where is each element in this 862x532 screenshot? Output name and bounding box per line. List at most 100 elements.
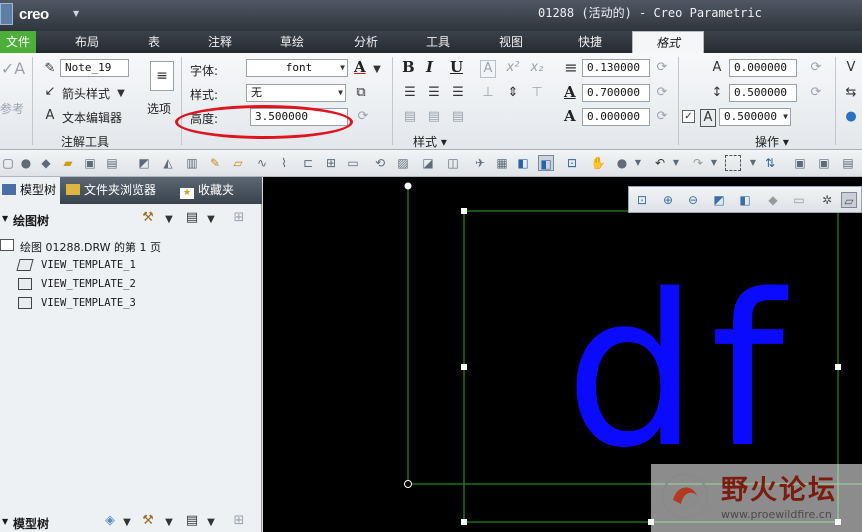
copy-style-icon[interactable]: ⧉: [352, 85, 370, 101]
tree-filter-icon[interactable]: ⊞: [230, 210, 248, 226]
chevron-down-icon[interactable]: ▼: [122, 515, 132, 531]
spacing-refresh-icon[interactable]: ⟳: [808, 85, 824, 101]
tree-item-view-template-3[interactable]: VIEW_TEMPLATE_3: [0, 295, 262, 313]
collapse-icon[interactable]: ▼: [2, 517, 8, 526]
tab-folder-browser[interactable]: 文件夹浏览器: [66, 177, 176, 204]
pencil-icon[interactable]: ✎: [207, 155, 223, 171]
note-text[interactable]: df: [565, 249, 796, 494]
resize-handle[interactable]: [461, 364, 467, 370]
options-icon[interactable]: ≡: [150, 61, 174, 91]
zoom-in-icon[interactable]: ⊕: [660, 192, 676, 208]
resize-handle[interactable]: [461, 519, 467, 525]
underline-button[interactable]: U: [450, 58, 463, 76]
undo-icon[interactable]: ↶: [652, 155, 668, 171]
width-factor-refresh-icon[interactable]: ⟳: [654, 85, 670, 101]
zoom-out-icon[interactable]: ⊖: [685, 192, 701, 208]
chevron-down-icon[interactable]: ▼: [745, 155, 761, 171]
height-field[interactable]: 3.500000: [250, 108, 348, 126]
quick-access-dropdown-icon[interactable]: ▼: [73, 9, 79, 18]
open-folder-icon[interactable]: ▰: [60, 155, 76, 171]
slant-angle-field[interactable]: 0.000000: [582, 108, 650, 126]
window-icon[interactable]: ▣: [792, 155, 808, 171]
tab-layout[interactable]: 布局: [62, 31, 112, 53]
text-color-dropdown-icon[interactable]: ▼: [372, 62, 382, 78]
table-icon[interactable]: ⊞: [323, 155, 339, 171]
filter-icon[interactable]: ▥: [184, 155, 200, 171]
tab-favorites[interactable]: ★ 收藏夹: [180, 177, 262, 204]
tab-table[interactable]: 表: [136, 31, 172, 53]
tree-root[interactable]: 绘图 01288.DRW 的第 1 页: [0, 237, 262, 255]
tab-model-tree[interactable]: 模型树: [0, 177, 60, 204]
settings-list-icon[interactable]: ▤: [184, 210, 200, 226]
chevron-down-icon[interactable]: ▼: [206, 515, 216, 531]
options-button[interactable]: 选项: [147, 100, 171, 117]
anchor-handle[interactable]: [404, 182, 412, 190]
line-weight-field[interactable]: 0.130000: [582, 59, 650, 77]
tab-file[interactable]: 文件: [0, 31, 36, 53]
tools-icon[interactable]: ⚒: [140, 513, 156, 529]
tab-quick[interactable]: 快捷: [568, 31, 612, 53]
rotate-view-icon[interactable]: ⟲: [372, 155, 388, 171]
app-icon[interactable]: [0, 3, 13, 25]
spline-icon[interactable]: ∿: [254, 155, 270, 171]
layer-icon[interactable]: ◫: [445, 155, 461, 171]
close-window-icon[interactable]: ▣: [816, 155, 832, 171]
cube-view-icon[interactable]: ◧: [538, 155, 554, 171]
style-select[interactable]: 无 ▼: [246, 84, 346, 102]
hatch-icon[interactable]: ▨: [395, 155, 411, 171]
spacing-field[interactable]: 0.500000: [729, 84, 797, 102]
sheet-icon[interactable]: ▤: [840, 155, 856, 171]
align-middle-icon[interactable]: ⇕: [505, 85, 521, 101]
tab-view[interactable]: 视图: [489, 31, 533, 53]
italic-button[interactable]: I: [426, 58, 433, 76]
frame-checkbox[interactable]: ✓: [682, 110, 695, 123]
frame-text-icon[interactable]: A: [480, 60, 496, 78]
tab-format[interactable]: 格式: [632, 31, 704, 53]
chevron-down-icon[interactable]: ▼: [164, 212, 174, 228]
annotation-display-icon[interactable]: ▱: [841, 192, 857, 208]
airplane-icon[interactable]: ✈: [472, 155, 488, 171]
bold-button[interactable]: B: [402, 58, 415, 76]
box-select-icon[interactable]: [725, 155, 741, 171]
measure-icon[interactable]: ◭: [160, 155, 176, 171]
width-factor-field[interactable]: 0.700000: [582, 84, 650, 102]
tree-filter-icon[interactable]: ⊞: [230, 513, 248, 529]
tab-sketch[interactable]: 草绘: [270, 31, 314, 53]
rotation-refresh-icon[interactable]: ⟳: [808, 60, 824, 76]
align-bottom-icon[interactable]: ⊤: [529, 85, 545, 101]
superscript-icon[interactable]: x²: [505, 60, 521, 76]
repaint-icon[interactable]: ◩: [711, 192, 727, 208]
chevron-down-icon[interactable]: ▼: [668, 155, 684, 171]
save-icon[interactable]: ▤: [104, 155, 120, 171]
mirror-icon[interactable]: ▤: [426, 109, 442, 125]
arrow-style-dropdown-icon[interactable]: ▼: [116, 86, 126, 102]
curve-icon[interactable]: ⌇: [276, 155, 292, 171]
offset-icon[interactable]: ⊏: [300, 155, 316, 171]
select-point-icon[interactable]: ⊡: [564, 155, 580, 171]
resize-handle[interactable]: [461, 208, 467, 214]
frame-offset-select[interactable]: 0.500000 ▼: [719, 108, 791, 126]
align-left-icon[interactable]: ☰: [402, 85, 418, 101]
copy-icon[interactable]: ▣: [82, 155, 98, 171]
text-color-icon[interactable]: A: [354, 58, 366, 76]
slant-angle-refresh-icon[interactable]: ⟳: [654, 109, 670, 125]
anchor-handle[interactable]: [404, 480, 412, 488]
regenerate-icon[interactable]: ⇅: [762, 155, 778, 171]
chart-icon[interactable]: ◩: [136, 155, 152, 171]
line-weight-refresh-icon[interactable]: ⟳: [654, 60, 670, 76]
resize-handle[interactable]: [835, 364, 841, 370]
shade-sphere-icon[interactable]: ●: [614, 155, 630, 171]
surface-icon[interactable]: ◪: [420, 155, 436, 171]
refit-icon[interactable]: ⊡: [634, 192, 650, 208]
redo-icon[interactable]: ↷: [690, 155, 706, 171]
globe-icon[interactable]: ●: [842, 109, 860, 125]
height-refresh-icon[interactable]: ⟳: [354, 109, 372, 125]
box-view-icon[interactable]: ◧: [515, 155, 531, 171]
note-name-field[interactable]: Note_19: [60, 59, 129, 77]
reference-icon[interactable]: ✓A: [0, 61, 26, 77]
3d-text-icon[interactable]: ▦: [494, 155, 510, 171]
datum-display-icon[interactable]: ✲: [819, 192, 835, 208]
text-mirror-icon[interactable]: ⇆: [842, 85, 860, 101]
display-style-icon[interactable]: ◧: [737, 192, 753, 208]
font-select[interactable]: font ▼: [246, 59, 348, 77]
